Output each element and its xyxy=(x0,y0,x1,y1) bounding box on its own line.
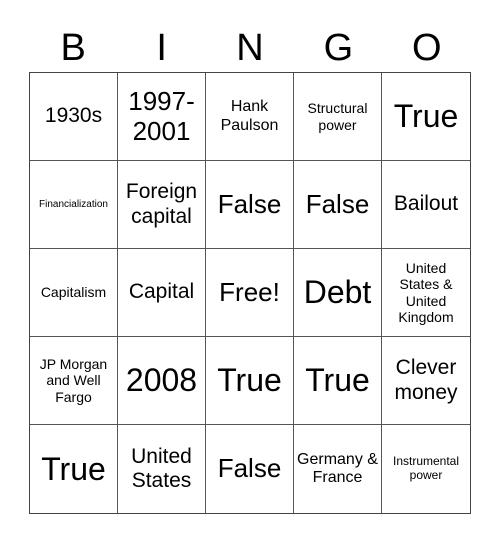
bingo-cell-text: Bailout xyxy=(393,192,459,216)
bingo-cell[interactable]: Bailout xyxy=(382,161,470,249)
bingo-cell[interactable]: False xyxy=(206,425,294,513)
bingo-cell[interactable]: False xyxy=(294,161,382,249)
bingo-cell-text: False xyxy=(305,188,370,219)
bingo-cell[interactable]: 1997-2001 xyxy=(118,73,206,161)
bingo-cell[interactable]: True xyxy=(30,425,118,513)
header-letter-b: B xyxy=(60,27,86,69)
bingo-cell-text: JP Morgan and Well Fargo xyxy=(39,356,108,405)
bingo-cell-text: Financialization xyxy=(39,198,108,210)
bingo-cell[interactable]: Free! xyxy=(206,249,294,337)
header-letter-i: I xyxy=(156,27,167,69)
header-letter-o: O xyxy=(412,27,442,69)
bingo-header: B I N G O xyxy=(29,24,471,72)
bingo-cell-text: True xyxy=(393,98,459,135)
bingo-cell[interactable]: Structural power xyxy=(294,73,382,161)
bingo-cell[interactable]: True xyxy=(294,337,382,425)
bingo-cell-text: Free! xyxy=(219,276,280,307)
header-letter-n: N xyxy=(236,27,264,69)
bingo-cell[interactable]: Germany & France xyxy=(294,425,382,513)
bingo-cell[interactable]: United States & United Kingdom xyxy=(382,249,470,337)
bingo-cell[interactable]: False xyxy=(206,161,294,249)
bingo-cell-text: True xyxy=(41,450,106,487)
bingo-cell-text: False xyxy=(217,188,282,219)
bingo-cell-text: Clever money xyxy=(394,356,458,404)
bingo-cell[interactable]: Foreign capital xyxy=(118,161,206,249)
bingo-cell-text: United States xyxy=(131,444,192,492)
bingo-cell[interactable]: Debt xyxy=(294,249,382,337)
bingo-cell-text: Structural power xyxy=(307,100,368,133)
bingo-cell[interactable]: Clever money xyxy=(382,337,470,425)
bingo-grid: 1930s 1997-2001 Hank Paulson Structural pow… xyxy=(29,72,471,514)
bingo-cell-text: Germany & France xyxy=(297,450,378,486)
bingo-cell[interactable]: Capitalism xyxy=(30,249,118,337)
bingo-cell-text: True xyxy=(305,362,370,399)
bingo-cell[interactable]: Instrumental power xyxy=(382,425,470,513)
bingo-cell[interactable]: True xyxy=(382,73,470,161)
bingo-cell[interactable]: 1930s xyxy=(30,73,118,161)
bingo-cell[interactable]: JP Morgan and Well Fargo xyxy=(30,337,118,425)
bingo-cell-text: Capitalism xyxy=(40,284,107,301)
bingo-cell[interactable]: 2008 xyxy=(118,337,206,425)
bingo-cell-text: Instrumental power xyxy=(392,454,460,482)
bingo-cell-text: 1997-2001 xyxy=(128,85,195,146)
bingo-cell[interactable]: Hank Paulson xyxy=(206,73,294,161)
bingo-cell[interactable]: United States xyxy=(118,425,206,513)
bingo-cell-text: Capital xyxy=(128,280,195,304)
bingo-cell-text: Foreign capital xyxy=(125,180,198,228)
bingo-cell[interactable]: Financialization xyxy=(30,161,118,249)
bingo-cell-text: 2008 xyxy=(125,362,198,399)
bingo-cell-text: Hank Paulson xyxy=(220,98,279,134)
bingo-cell-text: Debt xyxy=(303,274,372,311)
bingo-cell-text: True xyxy=(217,362,282,399)
bingo-cell-text: United States & United Kingdom xyxy=(398,260,454,325)
bingo-cell[interactable]: True xyxy=(206,337,294,425)
bingo-cell[interactable]: Capital xyxy=(118,249,206,337)
bingo-cell-text: 1930s xyxy=(44,104,103,128)
header-letter-g: G xyxy=(323,27,354,69)
bingo-cell-text: False xyxy=(217,453,282,484)
